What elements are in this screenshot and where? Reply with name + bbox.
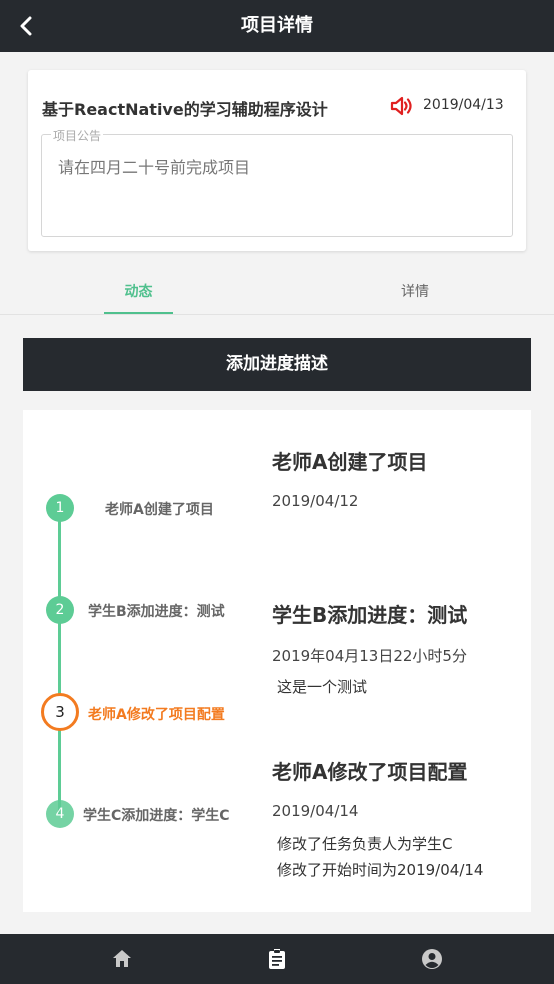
event-detail: 这是一个测试 bbox=[277, 678, 368, 696]
step-marker-3: 3 bbox=[41, 693, 79, 731]
event-detail: 修改了开始时间为2019/04/14 bbox=[277, 861, 484, 879]
step-label-4: 学生C添加进度：学生C bbox=[83, 808, 230, 824]
event-title: 老师A修改了项目配置 bbox=[272, 760, 468, 784]
event-detail: 修改了任务负责人为学生C bbox=[277, 835, 453, 853]
home-icon[interactable] bbox=[110, 947, 134, 971]
notice-text: 请在四月二十号前完成项目 bbox=[58, 158, 251, 177]
tab-underline bbox=[104, 312, 173, 314]
tab-activity[interactable]: 动态 bbox=[104, 266, 173, 314]
project-title: 基于ReactNative的学习辅助程序设计 bbox=[42, 100, 328, 119]
clipboard-icon[interactable] bbox=[265, 947, 289, 971]
tab-label: 详情 bbox=[401, 284, 429, 300]
project-card: 基于ReactNative的学习辅助程序设计 2019/04/13 项目公告 请… bbox=[28, 70, 526, 251]
step-marker-2: 2 bbox=[46, 596, 74, 624]
tab-details[interactable]: 详情 bbox=[380, 266, 450, 314]
notice-box[interactable] bbox=[41, 134, 513, 237]
timeline-panel: 1 老师A创建了项目 2 学生B添加进度：测试 3 老师A修改了项目配置 4 学… bbox=[23, 410, 531, 912]
event-title: 学生B添加进度：测试 bbox=[272, 603, 468, 627]
step-label-2: 学生B添加进度：测试 bbox=[88, 604, 225, 620]
tab-label: 动态 bbox=[124, 284, 153, 300]
event-title: 老师A创建了项目 bbox=[272, 450, 428, 474]
speaker-icon[interactable] bbox=[390, 95, 414, 117]
app-header: 项目详情 bbox=[0, 0, 554, 52]
bottom-nav bbox=[0, 934, 554, 984]
user-icon[interactable] bbox=[420, 947, 444, 971]
step-label-1: 老师A创建了项目 bbox=[105, 502, 214, 518]
tab-bar: 动态 详情 bbox=[0, 266, 554, 315]
project-date: 2019/04/13 bbox=[423, 97, 504, 113]
notice-label: 项目公告 bbox=[51, 127, 104, 144]
event-date: 2019/04/12 bbox=[272, 492, 359, 510]
event-date: 2019/04/14 bbox=[272, 802, 359, 820]
step-marker-1: 1 bbox=[46, 494, 74, 522]
page-title: 项目详情 bbox=[241, 15, 313, 36]
step-label-3: 老师A修改了项目配置 bbox=[88, 707, 225, 723]
add-progress-button[interactable]: 添加进度描述 bbox=[23, 338, 531, 391]
event-date: 2019年04月13日22小时5分 bbox=[272, 647, 467, 665]
step-marker-4: 4 bbox=[46, 800, 74, 828]
